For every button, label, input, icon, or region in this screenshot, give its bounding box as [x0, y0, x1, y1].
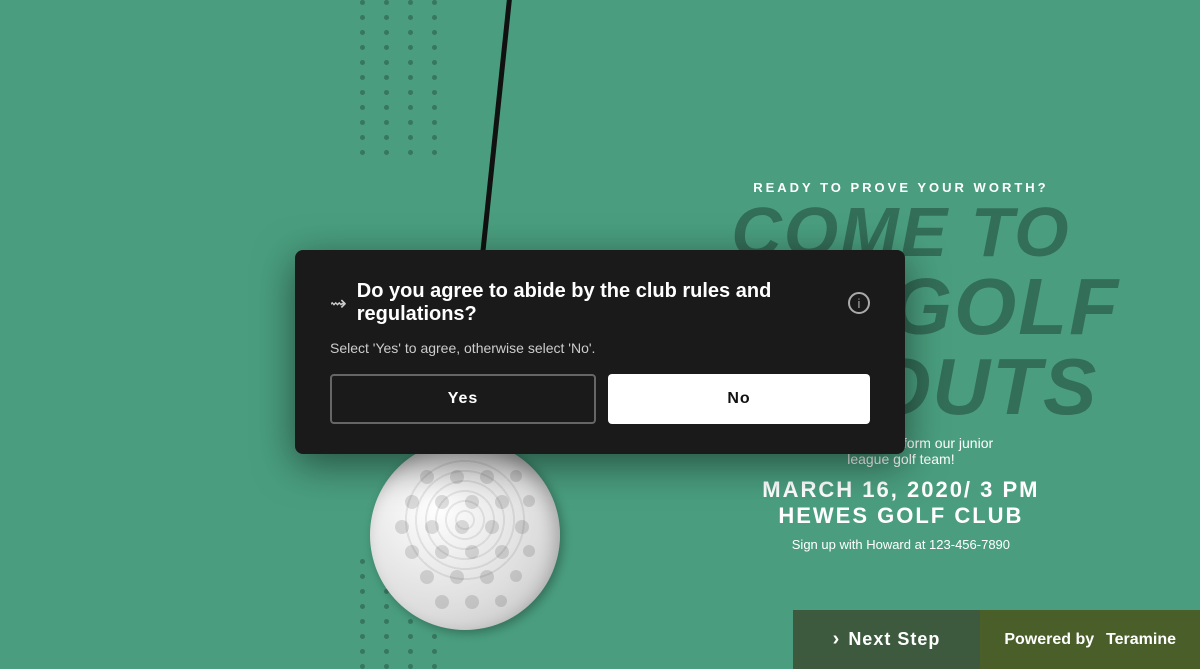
- next-step-label: Next Step: [848, 629, 940, 650]
- bottom-bar: › Next Step Powered by Teramine: [793, 610, 1200, 669]
- modal-subtitle: Select 'Yes' to agree, otherwise select …: [330, 340, 870, 356]
- info-icon[interactable]: i: [848, 292, 870, 314]
- event-date: MARCH 16, 2020/ 3 PM: [682, 477, 1120, 503]
- modal-header: ⇝ Do you agree to abide by the club rule…: [330, 280, 870, 326]
- signup-text: Sign up with Howard at 123-456-7890: [682, 537, 1120, 552]
- powered-by: Powered by Teramine: [980, 610, 1200, 669]
- no-button[interactable]: No: [608, 374, 870, 424]
- powered-by-label: Powered by: [1004, 631, 1094, 649]
- agreement-icon: ⇝: [330, 291, 347, 316]
- next-step-arrow: ›: [833, 628, 841, 651]
- event-location: HEWES GOLF CLUB: [682, 503, 1120, 529]
- modal-buttons: Yes No: [330, 374, 870, 424]
- modal-title: Do you agree to abide by the club rules …: [357, 280, 838, 326]
- brand-name: Teramine: [1106, 631, 1176, 649]
- agreement-modal: ⇝ Do you agree to abide by the club rule…: [295, 250, 905, 454]
- dots-top: [360, 0, 446, 155]
- next-step-button[interactable]: › Next Step: [793, 610, 981, 669]
- yes-button[interactable]: Yes: [330, 374, 596, 424]
- golf-ball: [370, 440, 560, 630]
